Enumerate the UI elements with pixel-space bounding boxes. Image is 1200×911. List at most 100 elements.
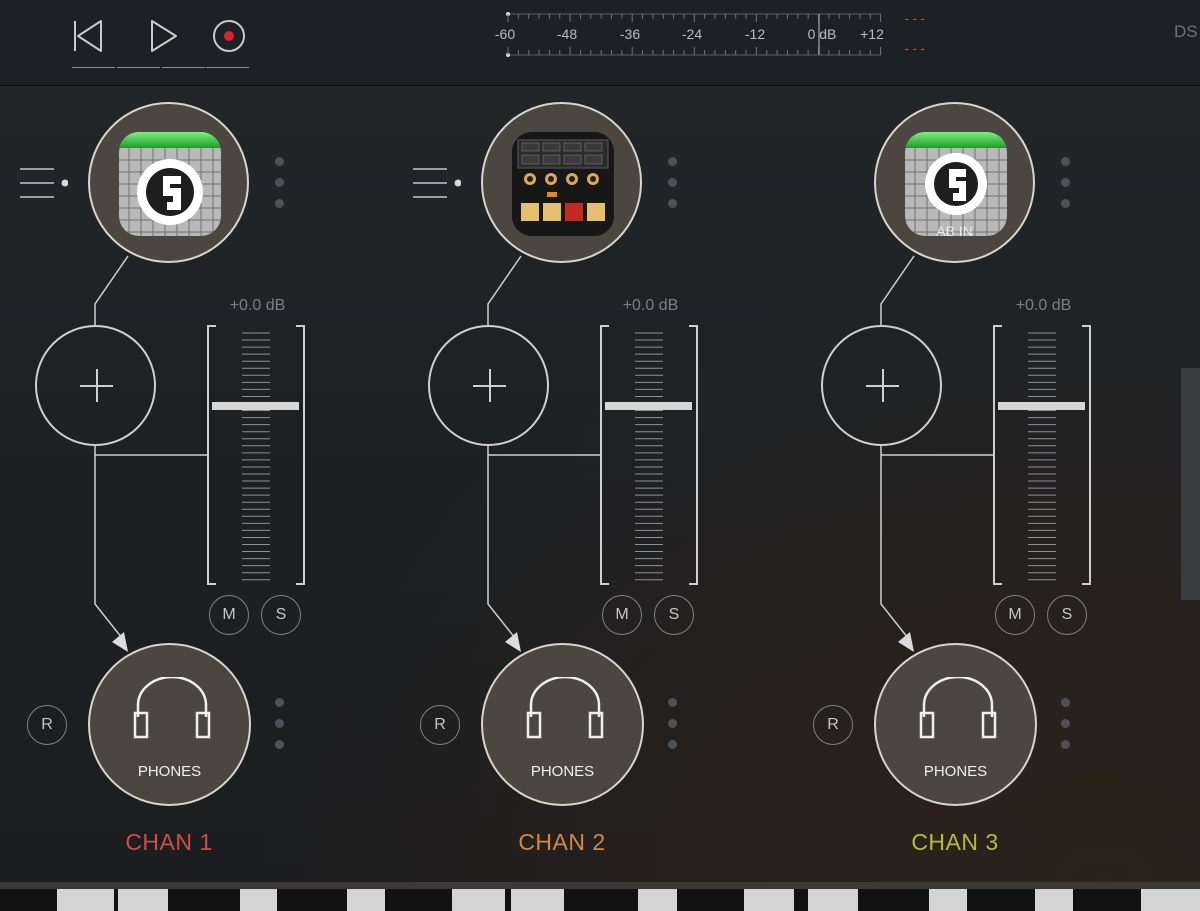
options-dot[interactable] bbox=[275, 157, 284, 166]
meter-label: -36 bbox=[619, 26, 641, 42]
add-effect-button[interactable] bbox=[35, 325, 156, 446]
meter-label: -60 bbox=[494, 26, 516, 42]
piano-key[interactable] bbox=[808, 889, 858, 911]
options-dot[interactable] bbox=[668, 178, 677, 187]
transport-underline bbox=[206, 67, 249, 68]
piano-key[interactable] bbox=[929, 889, 967, 911]
gain-readout: +0.0 dB bbox=[622, 297, 679, 314]
output-slot[interactable]: PHONES bbox=[874, 643, 1037, 806]
fader-bracket-right bbox=[296, 325, 305, 585]
menu-icon bbox=[20, 168, 69, 198]
plugin-slot[interactable]: AB IN bbox=[874, 102, 1035, 263]
record-icon bbox=[213, 20, 245, 52]
piano-keyboard[interactable] bbox=[0, 882, 1200, 911]
options-dot[interactable] bbox=[275, 740, 284, 749]
output-label: PHONES bbox=[923, 763, 988, 780]
fader-handle[interactable] bbox=[212, 402, 299, 410]
meter-label: -24 bbox=[681, 26, 703, 42]
meter-label: +12 bbox=[860, 26, 884, 42]
peak-indicator-right: --- bbox=[903, 42, 927, 57]
piano-key[interactable] bbox=[511, 889, 564, 911]
piano-key[interactable] bbox=[744, 889, 794, 911]
channel-name[interactable]: CHAN 3 bbox=[846, 829, 1064, 856]
options-dot[interactable] bbox=[1061, 157, 1070, 166]
piano-key[interactable] bbox=[1035, 889, 1073, 911]
mute-button[interactable]: M bbox=[995, 595, 1035, 635]
piano-key[interactable] bbox=[57, 889, 114, 911]
add-effect-button[interactable] bbox=[428, 325, 549, 446]
options-dot[interactable] bbox=[668, 199, 677, 208]
fader-handle[interactable] bbox=[998, 402, 1085, 410]
options-dot[interactable] bbox=[275, 178, 284, 187]
headphones-icon bbox=[919, 677, 997, 739]
audiobus-icon bbox=[905, 132, 1007, 236]
fader-bracket-right bbox=[1082, 325, 1091, 585]
gain-readout: +0.0 dB bbox=[1015, 297, 1072, 314]
peak-indicator-left: --- bbox=[903, 12, 927, 27]
record-arm-button[interactable]: R bbox=[420, 705, 460, 745]
rewind-icon bbox=[74, 20, 102, 52]
options-dot[interactable] bbox=[275, 199, 284, 208]
options-dot[interactable] bbox=[1061, 178, 1070, 187]
play-button[interactable] bbox=[141, 14, 185, 58]
fader-handle[interactable] bbox=[605, 402, 692, 410]
record-button[interactable] bbox=[207, 14, 251, 58]
options-dot[interactable] bbox=[1061, 698, 1070, 707]
mute-button[interactable]: M bbox=[602, 595, 642, 635]
volume-fader[interactable] bbox=[992, 325, 1092, 586]
record-arm-button[interactable]: R bbox=[813, 705, 853, 745]
options-dot[interactable] bbox=[1061, 740, 1070, 749]
plugin-slot[interactable] bbox=[88, 102, 249, 263]
channel-name[interactable]: CHAN 1 bbox=[60, 829, 278, 856]
output-slot[interactable]: PHONES bbox=[481, 643, 644, 806]
menu-icon bbox=[413, 168, 462, 198]
volume-fader[interactable] bbox=[206, 325, 306, 586]
transport-underline bbox=[162, 67, 205, 68]
solo-button[interactable]: S bbox=[261, 595, 301, 635]
piano-key[interactable] bbox=[347, 889, 385, 911]
piano-key[interactable] bbox=[118, 889, 168, 911]
options-dot[interactable] bbox=[668, 740, 677, 749]
add-effect-button[interactable] bbox=[821, 325, 942, 446]
channel-strip-3: AB IN +0.0 dB M S R PHONES CHAN 3 bbox=[786, 86, 1179, 882]
fader-bracket-left bbox=[993, 325, 1002, 585]
solo-button[interactable]: S bbox=[1047, 595, 1087, 635]
top-bar: -60 -48 -36 -24 -12 0 dB +12 --- --- DS bbox=[0, 0, 1200, 86]
channel-name[interactable]: CHAN 2 bbox=[453, 829, 671, 856]
options-dot[interactable] bbox=[668, 698, 677, 707]
fader-bracket-right bbox=[689, 325, 698, 585]
meter-label: -12 bbox=[744, 26, 766, 42]
volume-fader[interactable] bbox=[599, 325, 699, 586]
piano-key[interactable] bbox=[452, 889, 505, 911]
output-slot[interactable]: PHONES bbox=[88, 643, 251, 806]
transport-underline bbox=[72, 67, 115, 68]
rewind-button[interactable] bbox=[67, 14, 111, 58]
output-label: PHONES bbox=[137, 763, 202, 780]
piano-key[interactable] bbox=[638, 889, 677, 911]
piano-key[interactable] bbox=[1141, 889, 1200, 911]
channel-menu-button[interactable] bbox=[413, 166, 462, 200]
options-dot[interactable] bbox=[275, 698, 284, 707]
ds-label[interactable]: DS bbox=[1174, 22, 1198, 42]
options-dot[interactable] bbox=[275, 719, 284, 728]
gain-readout: +0.0 dB bbox=[229, 297, 286, 314]
headphones-icon bbox=[133, 677, 211, 739]
mute-button[interactable]: M bbox=[209, 595, 249, 635]
options-dot[interactable] bbox=[1061, 199, 1070, 208]
drum-machine-icon bbox=[512, 132, 614, 236]
output-label: PHONES bbox=[530, 763, 595, 780]
options-dot[interactable] bbox=[668, 719, 677, 728]
channel-menu-button[interactable] bbox=[20, 166, 69, 200]
solo-button[interactable]: S bbox=[654, 595, 694, 635]
meter-label: -48 bbox=[556, 26, 578, 42]
options-dot[interactable] bbox=[668, 157, 677, 166]
play-icon bbox=[151, 20, 177, 52]
piano-key[interactable] bbox=[240, 889, 277, 911]
fader-bracket-left bbox=[207, 325, 216, 585]
record-arm-button[interactable]: R bbox=[27, 705, 67, 745]
meter-label: 0 dB bbox=[807, 26, 837, 42]
side-scroll-handle[interactable] bbox=[1181, 368, 1200, 600]
options-dot[interactable] bbox=[1061, 719, 1070, 728]
plugin-slot[interactable] bbox=[481, 102, 642, 263]
headphones-icon bbox=[526, 677, 604, 739]
